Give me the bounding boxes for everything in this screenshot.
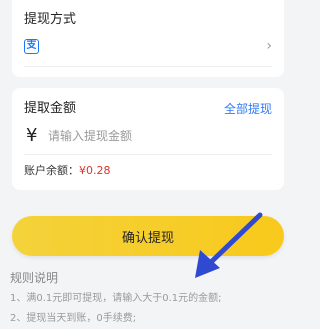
- balance-label: 账户余额：: [24, 164, 79, 177]
- divider: [24, 66, 272, 67]
- withdraw-all-link[interactable]: 全部提现: [224, 101, 272, 117]
- withdraw-amount-card: 提取金额 全部提现 ¥ 账户余额：¥0.28: [12, 88, 284, 190]
- chevron-right-icon: ›: [266, 38, 272, 54]
- withdraw-method-card: 提现方式 支 ›: [12, 0, 284, 77]
- currency-symbol: ¥: [26, 125, 38, 146]
- withdraw-method-row[interactable]: 支 ›: [24, 36, 272, 58]
- annotation-arrow-icon: [195, 212, 263, 278]
- divider: [24, 154, 272, 155]
- balance-row: 账户余额：¥0.28: [24, 164, 111, 178]
- balance-value: ¥0.28: [79, 164, 111, 177]
- rule-item: 2、提现当天到账，0手续费;: [10, 313, 137, 324]
- rule-item: 1、满0.1元即可提现，请输入大于0.1元的金额;: [10, 293, 222, 304]
- amount-input-row: ¥: [24, 124, 272, 150]
- amount-input[interactable]: [48, 126, 248, 146]
- withdraw-method-title: 提现方式: [24, 12, 77, 27]
- withdraw-amount-title: 提取金额: [24, 101, 77, 116]
- alipay-icon: 支: [24, 39, 39, 54]
